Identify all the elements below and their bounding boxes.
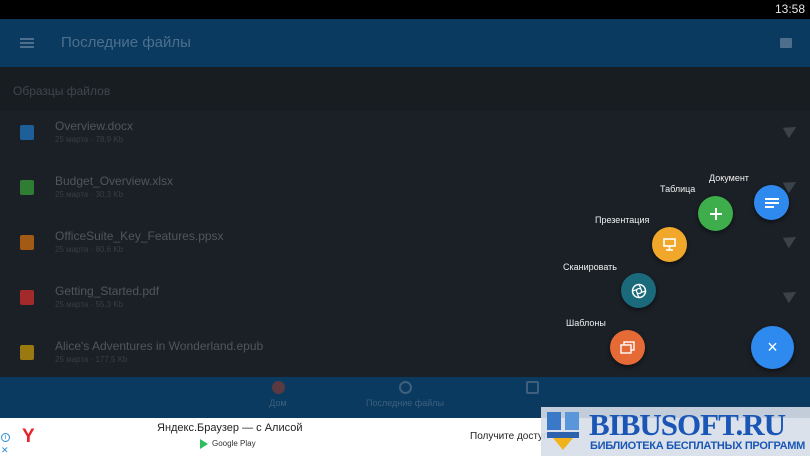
files-icon <box>525 381 539 394</box>
file-meta: 25 марта · 78,9 Kb <box>55 135 124 144</box>
ad-close-icon[interactable]: ✕ <box>1 445 9 456</box>
new-document-button[interactable] <box>754 185 789 220</box>
google-play-icon <box>200 439 208 449</box>
easel-icon <box>663 238 676 251</box>
file-row[interactable]: Overview.docx 25 марта · 78,9 Kb <box>0 111 810 166</box>
file-meta: 25 марта · 80,6 Kb <box>55 245 124 254</box>
file-name: Overview.docx <box>55 119 134 133</box>
new-presentation-button[interactable] <box>652 227 687 262</box>
file-meta: 25 марта · 30,3 Kb <box>55 190 124 199</box>
camera-shutter-icon <box>631 283 646 298</box>
file-row[interactable]: Getting_Started.pdf 25 марта · 55,3 Kb <box>0 276 810 331</box>
status-bar: 13:58 <box>0 0 810 19</box>
yandex-logo: Y <box>22 426 35 447</box>
section-title: Образцы файлов <box>13 84 111 98</box>
file-name: Alice's Adventures in Wonderland.epub <box>55 339 264 353</box>
send-icon[interactable] <box>782 121 800 139</box>
ad-info-icon[interactable]: i <box>1 433 10 442</box>
home-icon <box>271 381 285 394</box>
google-play-badge[interactable]: Google Play <box>200 439 256 449</box>
scan-button[interactable] <box>621 273 656 308</box>
fab-label-table: Таблица <box>660 184 696 194</box>
document-lines-icon <box>764 197 779 208</box>
app-bar: Последние файлы <box>0 19 810 67</box>
nav-home-label: Дом <box>269 398 287 408</box>
file-list-panel: Образцы файлов Overview.docx 25 марта · … <box>0 67 810 377</box>
fab-label-document: Документ <box>709 173 749 183</box>
fab-label-presentation: Презентация <box>595 215 650 225</box>
plus-icon <box>709 207 722 220</box>
watermark-subtitle: БИБЛИОТЕКА БЕСПЛАТНЫХ ПРОГРАММ <box>590 440 805 452</box>
file-name: OfficeSuite_Key_Features.ppsx <box>55 229 224 243</box>
template-stack-icon <box>620 340 635 354</box>
fab-label-scan: Сканировать <box>563 262 617 272</box>
store-icon[interactable] <box>780 38 792 48</box>
status-time: 13:58 <box>774 2 805 16</box>
new-table-button[interactable] <box>698 196 733 231</box>
send-icon[interactable] <box>782 286 800 304</box>
nav-recent-label: Последние файлы <box>366 398 444 408</box>
close-fab-button[interactable]: × <box>751 326 794 369</box>
nav-files[interactable] <box>520 381 544 398</box>
nav-recent[interactable]: Последние файлы <box>360 381 450 408</box>
watermark-logo-icon <box>547 412 579 450</box>
pdf-icon <box>20 290 34 305</box>
google-play-label: Google Play <box>212 439 256 449</box>
send-icon[interactable] <box>782 231 800 249</box>
ad-title: Яндекс.Браузер — с Алисой <box>157 422 303 434</box>
file-name: Getting_Started.pdf <box>55 284 160 298</box>
nav-home[interactable]: Дом <box>256 381 300 408</box>
section-header: Образцы файлов <box>0 67 810 111</box>
file-name: Budget_Overview.xlsx <box>55 174 174 188</box>
page-title: Последние файлы <box>61 34 191 51</box>
epub-icon <box>20 345 34 360</box>
file-row[interactable]: OfficeSuite_Key_Features.ppsx 25 марта ·… <box>0 221 810 276</box>
watermark: BIBUSOFT.RU БИБЛИОТЕКА БЕСПЛАТНЫХ ПРОГРА… <box>541 407 810 456</box>
fab-label-templates: Шаблоны <box>566 318 606 328</box>
ad-cta[interactable]: Получите доступ <box>470 431 548 442</box>
file-meta: 25 марта · 55,3 Kb <box>55 300 124 309</box>
file-meta: 25 марта · 177,5 Kb <box>55 355 128 364</box>
hamburger-icon[interactable] <box>20 38 34 48</box>
ppsx-icon <box>20 235 34 250</box>
clock-icon <box>398 381 412 394</box>
close-icon: × <box>767 337 778 357</box>
templates-button[interactable] <box>610 330 645 365</box>
docx-icon <box>20 125 34 140</box>
watermark-title: BIBUSOFT.RU <box>589 407 786 442</box>
xlsx-icon <box>20 180 34 195</box>
